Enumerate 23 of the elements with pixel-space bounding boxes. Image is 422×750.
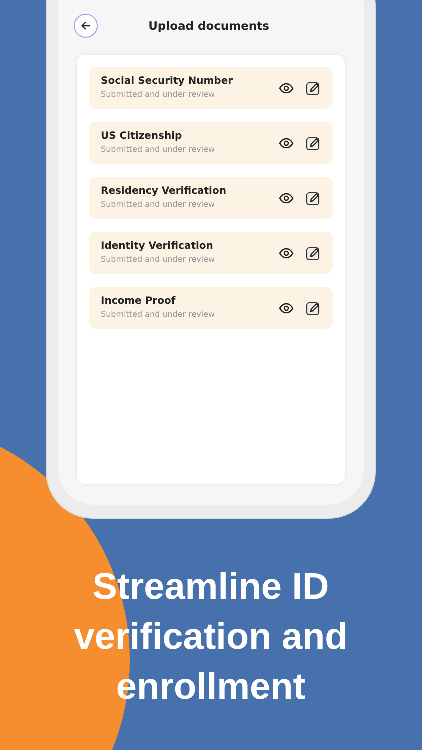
document-title: Income Proof [101,295,177,309]
view-eye-icon[interactable] [279,302,294,314]
edit-pencil-icon[interactable] [306,80,321,96]
document-title: Residency Verification [101,185,228,199]
view-eye-icon[interactable] [279,138,294,148]
document-title: Social Security Number [101,75,234,89]
edit-pencil-icon[interactable] [306,136,321,150]
document-status: Submitted and under review [101,144,216,156]
document-status: Submitted and under review [101,309,216,321]
edit-pencil-icon[interactable] [306,246,321,260]
document-title: US Citizenship [101,130,184,144]
document-status: Submitted and under review [101,254,216,266]
document-title: Identity Verification [101,240,214,254]
document-status: Submitted and under review [101,89,216,101]
view-eye-icon[interactable] [279,82,294,94]
back-button[interactable] [74,14,98,38]
back-arrow-icon [81,21,91,31]
edit-pencil-icon[interactable] [306,190,321,206]
view-eye-icon[interactable] [279,192,294,204]
screen-title: Upload documents [148,19,270,33]
edit-pencil-icon[interactable] [306,300,321,316]
view-eye-icon[interactable] [279,248,294,258]
document-status: Submitted and under review [101,199,216,211]
